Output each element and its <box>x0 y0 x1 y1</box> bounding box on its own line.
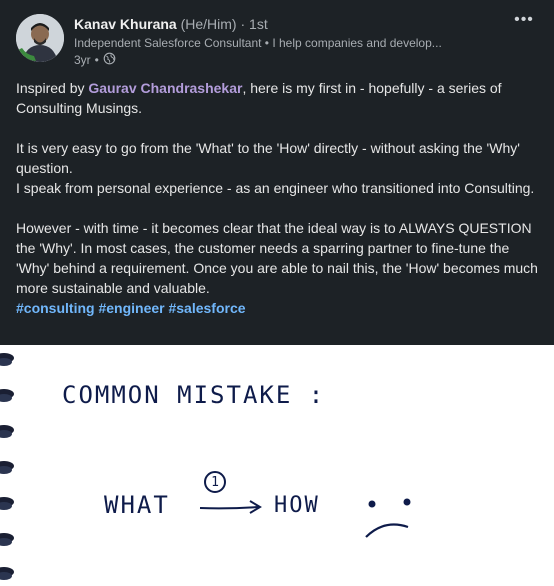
hashtag-list: #consulting #engineer #salesforce <box>16 298 541 318</box>
connection-degree: 1st <box>249 16 268 32</box>
hashtag-link[interactable]: #salesforce <box>168 300 245 316</box>
post-time[interactable]: 3yr <box>74 53 91 67</box>
post-text: It is very easy to go from the 'What' to… <box>16 140 520 176</box>
post-paragraph-2: It is very easy to go from the 'What' to… <box>16 138 541 198</box>
author-avatar[interactable] <box>16 14 64 62</box>
handwritten-what: WHAT <box>104 491 170 519</box>
more-icon[interactable]: ••• <box>512 10 536 30</box>
notebook-ring <box>0 497 14 510</box>
globe-icon <box>103 52 116 68</box>
bullet-separator: • <box>94 53 99 67</box>
author-headline: Independent Salesforce Consultant • I he… <box>74 36 442 50</box>
bullet-separator: · <box>240 16 250 32</box>
step-marker: 1 <box>204 471 226 493</box>
post-body: Inspired by Gaurav Chandrashekar, here i… <box>16 78 541 318</box>
author-pronouns: (He/Him) <box>180 16 237 32</box>
notebook-ring <box>0 567 14 580</box>
post-text: However - with time - it becomes clear t… <box>16 220 538 296</box>
post-paragraph-3: However - with time - it becomes clear t… <box>16 218 541 298</box>
post-paragraph-1: Inspired by Gaurav Chandrashekar, here i… <box>16 78 541 118</box>
step-number: 1 <box>211 474 219 490</box>
notebook-ring <box>0 425 14 438</box>
hashtag-link[interactable]: #engineer <box>98 300 164 316</box>
notebook-ring <box>0 353 14 366</box>
post-image[interactable]: COMMON MISTAKE : WHAT 1 HOW <box>0 345 554 586</box>
post-header: Kanav Khurana (He/Him) · 1st Independent… <box>0 0 554 75</box>
post-meta: 3yr • <box>74 52 116 68</box>
arrow-right-icon <box>199 500 262 514</box>
post-text: Inspired by <box>16 80 89 96</box>
notebook-ring <box>0 461 14 474</box>
post-text: I speak from personal experience - as an… <box>16 180 535 196</box>
hashtag-link[interactable]: #consulting <box>16 300 95 316</box>
notebook-ring <box>0 533 14 546</box>
sad-face-icon <box>365 498 411 538</box>
author-name[interactable]: Kanav Khurana <box>74 16 177 32</box>
mention-link[interactable]: Gaurav Chandrashekar <box>88 80 242 96</box>
author-name-row: Kanav Khurana (He/Him) · 1st <box>74 16 268 32</box>
notebook-ring <box>0 389 14 402</box>
handwritten-how: HOW <box>274 493 320 518</box>
handwritten-heading: COMMON MISTAKE : <box>62 381 326 409</box>
